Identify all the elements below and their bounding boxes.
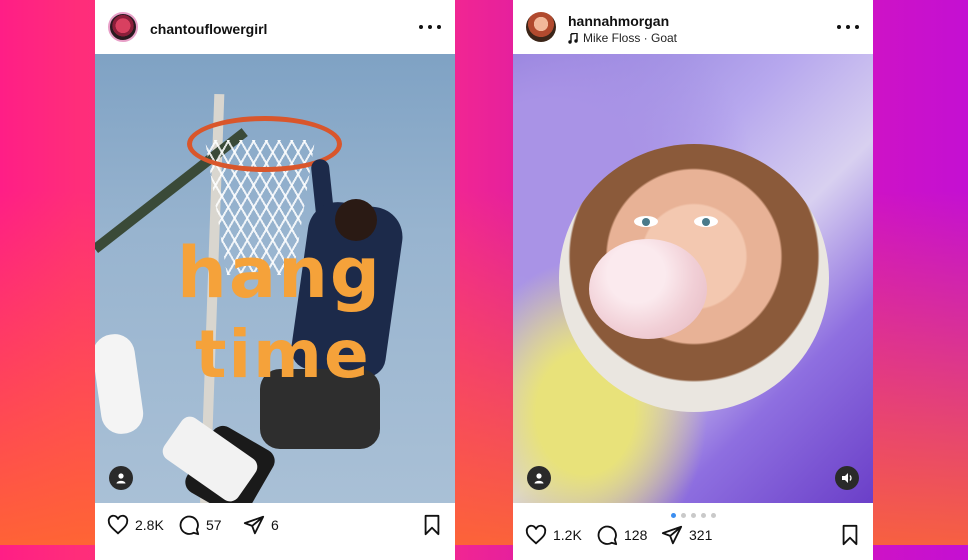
carousel-dot <box>691 513 696 518</box>
like-button[interactable]: 1.2K <box>525 524 582 546</box>
heart-icon <box>525 524 547 545</box>
username[interactable]: chantouflowergirl <box>150 21 267 37</box>
carousel-dot-active <box>671 513 676 518</box>
carousel-dot <box>681 513 686 518</box>
carousel-dot <box>711 513 716 518</box>
bookmark-icon <box>842 524 858 546</box>
more-horizontal-icon <box>837 25 841 29</box>
mute-button[interactable] <box>835 466 859 490</box>
music-note-icon <box>568 32 578 44</box>
avatar[interactable] <box>108 12 138 42</box>
person-icon <box>534 473 544 484</box>
comment-count: 57 <box>206 517 222 533</box>
post-media[interactable]: hang time <box>95 54 455 503</box>
post-header: chantouflowergirl <box>95 0 455 54</box>
overlay-text-line-2: time <box>195 316 371 393</box>
share-button[interactable]: 6 <box>243 514 279 536</box>
send-icon <box>661 525 683 545</box>
user-tag-button[interactable] <box>527 466 551 490</box>
comment-button[interactable]: 128 <box>596 524 647 546</box>
share-count: 321 <box>689 527 713 543</box>
post-header: hannahmorgan Mike Floss · Goat <box>513 0 873 54</box>
speaker-icon <box>841 473 852 483</box>
save-button[interactable] <box>839 524 861 546</box>
send-icon <box>243 515 265 535</box>
circular-photo <box>559 144 829 412</box>
username[interactable]: hannahmorgan <box>568 13 669 29</box>
save-button[interactable] <box>421 514 443 536</box>
avatar[interactable] <box>526 12 556 42</box>
like-count: 1.2K <box>553 527 582 543</box>
like-button[interactable]: 2.8K <box>107 514 164 536</box>
share-button[interactable]: 321 <box>661 524 712 546</box>
post-card: chantouflowergirl hang time 2.8K 57 6 <box>95 0 455 560</box>
eye <box>694 216 718 227</box>
action-bar: 2.8K 57 6 <box>95 510 455 550</box>
comment-icon <box>597 525 618 546</box>
player-shoe <box>95 331 146 437</box>
share-count: 6 <box>271 517 279 533</box>
music-label: Mike Floss · Goat <box>583 31 678 45</box>
comment-count: 128 <box>624 527 648 543</box>
action-bar: 1.2K 128 321 <box>513 520 873 560</box>
carousel-indicator <box>671 513 716 518</box>
comment-icon <box>179 515 200 536</box>
post-media[interactable] <box>513 54 873 503</box>
bookmark-icon <box>424 514 440 536</box>
more-options-button[interactable] <box>419 20 441 34</box>
heart-icon <box>107 514 129 535</box>
eye <box>634 216 658 227</box>
more-options-button[interactable] <box>837 20 859 34</box>
music-attribution[interactable]: Mike Floss · Goat <box>568 31 677 45</box>
bubble-gum <box>589 239 707 339</box>
person-icon <box>116 473 126 484</box>
like-count: 2.8K <box>135 517 164 533</box>
more-horizontal-icon <box>419 25 423 29</box>
carousel-dot <box>701 513 706 518</box>
comment-button[interactable]: 57 <box>178 514 222 536</box>
post-card: hannahmorgan Mike Floss · Goat 1.2K 128 … <box>513 0 873 560</box>
overlay-text-line-1: hang <box>177 232 383 314</box>
user-tag-button[interactable] <box>109 466 133 490</box>
